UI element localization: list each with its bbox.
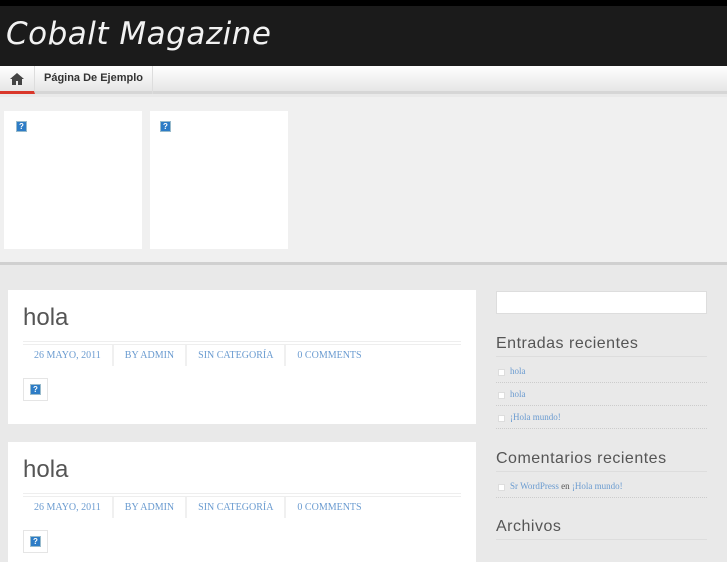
post-card: hola 26 MAYO, 2011 BY ADMIN SIN CATEGORÍ… <box>8 290 476 424</box>
list-item[interactable]: ¡Hola mundo! <box>496 406 707 429</box>
post-author[interactable]: BY ADMIN <box>114 345 188 366</box>
post-card: hola 26 MAYO, 2011 BY ADMIN SIN CATEGORÍ… <box>8 442 476 562</box>
comment-sep: en <box>561 481 570 491</box>
post-thumbnail[interactable]: ? <box>23 530 48 553</box>
featured-slider: ? ? <box>0 97 727 265</box>
post-date[interactable]: 26 MAYO, 2011 <box>23 345 114 366</box>
list-item: Sr WordPress en ¡Hola mundo! <box>496 475 707 498</box>
post-title[interactable]: hola <box>23 456 68 484</box>
nav-item-pagina-de-ejemplo[interactable]: Página De Ejemplo <box>35 66 153 94</box>
post-author[interactable]: BY ADMIN <box>114 497 188 518</box>
post-title[interactable]: hola <box>23 304 68 332</box>
post-comments[interactable]: 0 COMMENTS <box>286 345 372 366</box>
broken-image-icon: ? <box>16 121 27 132</box>
site-logo[interactable]: Cobalt Magazine <box>6 16 271 52</box>
comment-author[interactable]: Sr WordPress <box>510 481 559 491</box>
broken-image-icon: ? <box>30 384 41 395</box>
comment-post-link[interactable]: ¡Hola mundo! <box>572 481 623 491</box>
broken-image-icon: ? <box>160 121 171 132</box>
post-date[interactable]: 26 MAYO, 2011 <box>23 497 114 518</box>
post-category[interactable]: SIN CATEGORÍA <box>187 345 287 366</box>
broken-image-icon: ? <box>30 536 41 547</box>
featured-item[interactable]: ? <box>4 111 142 249</box>
recent-comments-list: Sr WordPress en ¡Hola mundo! <box>496 475 707 498</box>
site-header: Cobalt Magazine <box>0 0 727 66</box>
post-category[interactable]: SIN CATEGORÍA <box>187 497 287 518</box>
post-meta: 26 MAYO, 2011 BY ADMIN SIN CATEGORÍA 0 C… <box>23 493 461 518</box>
widget-title: Entradas recientes <box>496 335 707 357</box>
search-input[interactable] <box>496 291 707 314</box>
post-meta: 26 MAYO, 2011 BY ADMIN SIN CATEGORÍA 0 C… <box>23 341 461 366</box>
featured-item[interactable]: ? <box>150 111 288 249</box>
widget-title: Comentarios recientes <box>496 450 707 472</box>
home-button[interactable] <box>0 66 35 94</box>
home-icon <box>10 72 24 85</box>
post-thumbnail[interactable]: ? <box>23 378 48 401</box>
list-item[interactable]: hola <box>496 360 707 383</box>
recent-posts-list: hola hola ¡Hola mundo! <box>496 360 707 429</box>
list-item[interactable]: hola <box>496 383 707 406</box>
widget-title: Archivos <box>496 518 707 540</box>
main-nav: Página De Ejemplo <box>0 66 727 94</box>
post-comments[interactable]: 0 COMMENTS <box>286 497 372 518</box>
